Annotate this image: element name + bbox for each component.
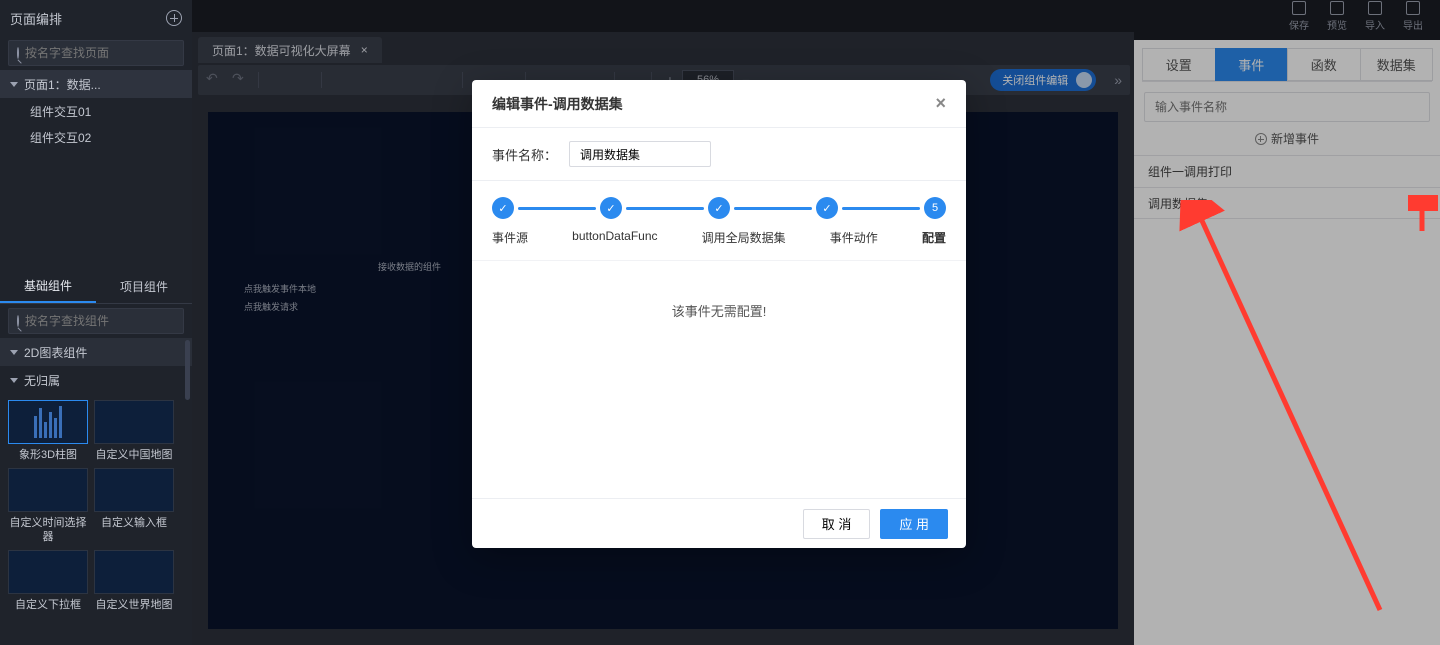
comp-cell-5[interactable]: 自定义世界地图	[94, 550, 174, 612]
modal-steps: 5 事件源 buttonDataFunc 调用全局数据集 事件动作 配置	[472, 181, 966, 261]
step-label-1: 事件源	[492, 229, 528, 246]
tab-basic-components[interactable]: 基础组件	[0, 270, 96, 303]
event-name-row: 事件名称：	[472, 128, 966, 181]
step-dot-4[interactable]	[816, 197, 838, 219]
cancel-button[interactable]: 取 消	[803, 509, 871, 539]
step-dot-2[interactable]	[600, 197, 622, 219]
step-dot-5[interactable]: 5	[924, 197, 946, 219]
page-search[interactable]	[8, 40, 184, 66]
tree-child-1[interactable]: 组件交互02	[0, 124, 192, 150]
tab-project-components[interactable]: 项目组件	[96, 270, 192, 303]
tree-page-1[interactable]: 页面1：数据...	[0, 70, 192, 98]
step-label-2: buttonDataFunc	[572, 229, 657, 246]
component-grid: 象形3D柱图 自定义中国地图 自定义时间选择器 自定义输入框 自定义下拉框 自定…	[0, 394, 192, 618]
sidebar-scrollbar[interactable]	[185, 340, 190, 400]
comp-cell-0[interactable]: 象形3D柱图	[8, 400, 88, 462]
sidebar-title: 页面编排	[10, 9, 62, 28]
modal-body: 该事件无需配置!	[472, 261, 966, 498]
modal-header: 编辑事件-调用数据集 ×	[472, 80, 966, 128]
step-dot-3[interactable]	[708, 197, 730, 219]
comp-thumb[interactable]	[94, 400, 174, 444]
modal-body-text: 该事件无需配置!	[672, 301, 767, 320]
bars-icon	[34, 406, 62, 438]
group-unassigned[interactable]: 无归属	[0, 366, 192, 394]
tree-page-label: 页面1：数据...	[24, 76, 101, 93]
modal-title: 编辑事件-调用数据集	[492, 94, 623, 114]
page-search-input[interactable]	[25, 46, 180, 60]
comp-thumb[interactable]	[94, 468, 174, 512]
step-dots: 5	[492, 197, 946, 219]
add-page-button[interactable]	[166, 10, 182, 26]
edit-event-modal: 编辑事件-调用数据集 × 事件名称： 5 事件源 buttonDataFunc …	[472, 80, 966, 548]
step-dot-1[interactable]	[492, 197, 514, 219]
event-name-input[interactable]	[569, 141, 711, 167]
step-label-4: 事件动作	[830, 229, 878, 246]
event-name-label: 事件名称：	[492, 145, 557, 164]
caret-icon	[10, 378, 18, 383]
comp-thumb[interactable]	[94, 550, 174, 594]
step-labels: 事件源 buttonDataFunc 调用全局数据集 事件动作 配置	[492, 229, 946, 246]
comp-thumb[interactable]	[8, 550, 88, 594]
group-2d-charts[interactable]: 2D图表组件	[0, 338, 192, 366]
comp-cell-3[interactable]: 自定义输入框	[94, 468, 174, 544]
search-icon	[17, 47, 19, 59]
sidebar: 页面编排 页面1：数据... 组件交互01 组件交互02 基础组件 项目组件 2…	[0, 0, 192, 645]
comp-cell-4[interactable]: 自定义下拉框	[8, 550, 88, 612]
caret-icon	[10, 82, 18, 87]
component-search[interactable]	[8, 308, 184, 334]
step-label-3: 调用全局数据集	[702, 229, 786, 246]
comp-cell-1[interactable]: 自定义中国地图	[94, 400, 174, 462]
tree-child-0[interactable]: 组件交互01	[0, 98, 192, 124]
comp-thumb[interactable]	[8, 468, 88, 512]
step-label-5: 配置	[922, 229, 946, 246]
component-search-input[interactable]	[25, 314, 180, 328]
apply-button[interactable]: 应 用	[880, 509, 948, 539]
caret-icon	[10, 350, 18, 355]
comp-cell-2[interactable]: 自定义时间选择器	[8, 468, 88, 544]
modal-close-button[interactable]: ×	[935, 93, 946, 114]
search-icon	[17, 315, 19, 327]
modal-footer: 取 消 应 用	[472, 498, 966, 548]
sidebar-header: 页面编排	[0, 0, 192, 36]
comp-thumb[interactable]	[8, 400, 88, 444]
component-tabs: 基础组件 项目组件	[0, 270, 192, 304]
